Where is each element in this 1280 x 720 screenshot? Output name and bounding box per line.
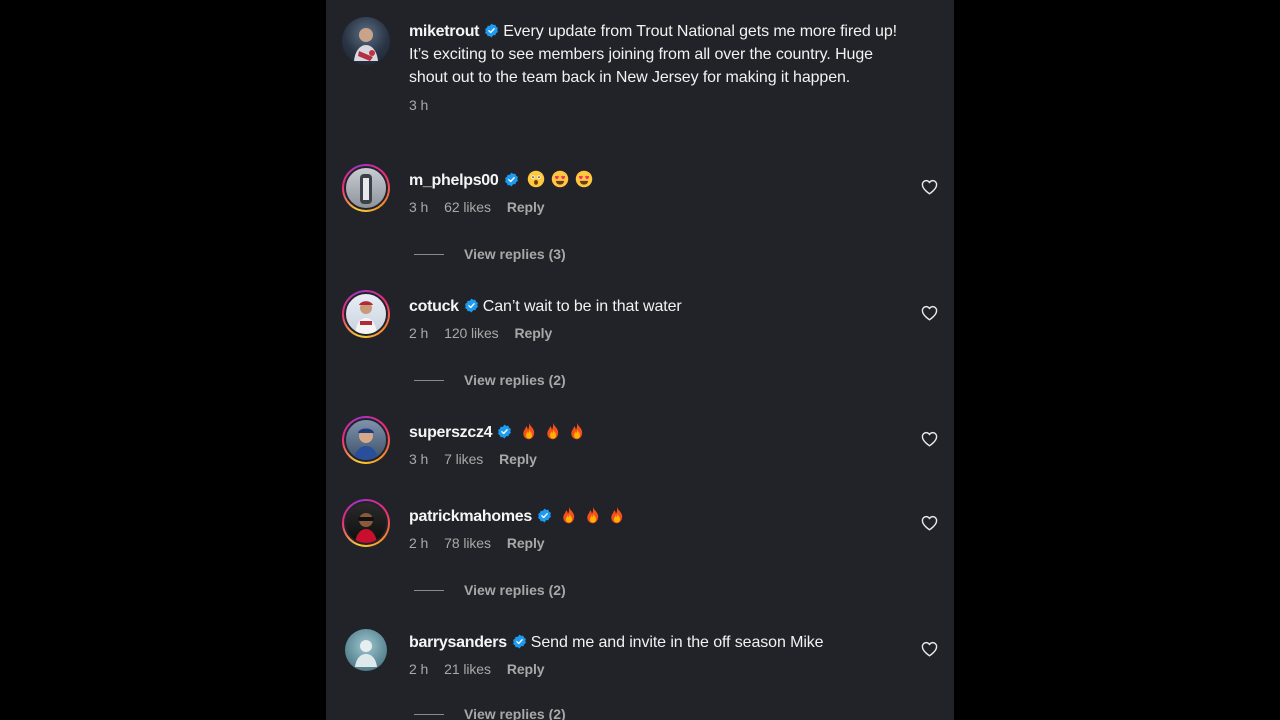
like-heart-icon[interactable] [921, 431, 938, 447]
like-count[interactable]: 62 likes [444, 199, 491, 215]
comment-meta: 3 h 7 likes Reply [409, 451, 909, 467]
comment-content: patrickmahomes 2 h 78 likes Reply [409, 505, 909, 551]
replies-divider [414, 589, 444, 591]
fire-icon [608, 506, 626, 524]
comments-panel[interactable]: miketrout Every update from Trout Nationa… [326, 0, 954, 720]
fire-icon [560, 506, 578, 524]
view-replies-button[interactable]: View replies (2) [414, 372, 566, 388]
fire-icon [520, 422, 538, 440]
verified-badge-icon [512, 634, 527, 649]
like-count[interactable]: 78 likes [444, 535, 491, 551]
avatar-image [344, 292, 388, 336]
comment-meta: 2 h 21 likes Reply [409, 661, 909, 677]
timestamp: 3 h [409, 451, 429, 467]
comment-text: Can’t wait to be in that water [482, 298, 682, 315]
comment-content: miketrout Every update from Trout Nationa… [409, 20, 909, 113]
verified-badge-icon [484, 23, 499, 38]
reply-button[interactable]: Reply [507, 535, 545, 551]
comment-meta: 3 h [409, 97, 909, 113]
comment-content: cotuck Can’t wait to be in that water 2 h… [409, 295, 909, 341]
avatar[interactable] [342, 17, 390, 65]
comment-body: patrickmahomes [409, 505, 909, 528]
avatar-image [354, 28, 378, 61]
emoji-group [560, 508, 632, 525]
heart-eyes-icon [551, 170, 569, 188]
comment-meta: 3 h 62 likes Reply [409, 199, 909, 215]
fire-icon [568, 422, 586, 440]
comment-body: superszcz4 [409, 421, 909, 444]
comment-text: Every update from Trout National gets me… [409, 23, 898, 86]
avatar-image [344, 166, 388, 210]
view-replies-label[interactable]: View replies (2) [464, 372, 566, 388]
view-replies-button[interactable]: View replies (3) [414, 246, 566, 262]
timestamp: 2 h [409, 325, 429, 341]
username[interactable]: patrickmahomes [409, 508, 532, 525]
avatar[interactable] [342, 164, 390, 212]
emoji-group [527, 172, 599, 189]
username[interactable]: miketrout [409, 23, 480, 40]
view-replies-label[interactable]: View replies (2) [464, 706, 566, 720]
avatar[interactable] [345, 629, 387, 671]
comment-content: m_phelps00 3 h 62 likes Reply [409, 169, 909, 215]
view-replies-button[interactable]: View replies (2) [414, 706, 566, 720]
astonished-face-icon [527, 170, 545, 188]
verified-badge-icon [497, 424, 512, 439]
reply-button[interactable]: Reply [499, 451, 537, 467]
like-heart-icon[interactable] [921, 179, 938, 195]
comment-body: miketrout Every update from Trout Nationa… [409, 20, 909, 89]
comment-meta: 2 h 78 likes Reply [409, 535, 909, 551]
verified-badge-icon [504, 172, 519, 187]
timestamp: 2 h [409, 661, 429, 677]
timestamp: 2 h [409, 535, 429, 551]
timestamp: 3 h [409, 199, 429, 215]
replies-divider [414, 253, 444, 255]
comment-content: superszcz4 3 h 7 likes Reply [409, 421, 909, 467]
reply-button[interactable]: Reply [507, 199, 545, 215]
avatar[interactable] [342, 290, 390, 338]
verified-badge-icon [464, 298, 479, 313]
comment-body: cotuck Can’t wait to be in that water [409, 295, 909, 318]
view-replies-button[interactable]: View replies (2) [414, 582, 566, 598]
username[interactable]: barrysanders [409, 634, 507, 651]
comment-body: barrysanders Send me and invite in the of… [409, 631, 909, 654]
comment-meta: 2 h 120 likes Reply [409, 325, 909, 341]
fire-icon [544, 422, 562, 440]
like-heart-icon[interactable] [921, 641, 938, 657]
avatar-image [355, 640, 377, 667]
reply-button[interactable]: Reply [507, 661, 545, 677]
comment-text: Send me and invite in the off season Mik… [530, 634, 824, 651]
like-count[interactable]: 21 likes [444, 661, 491, 677]
fire-icon [584, 506, 602, 524]
replies-divider [414, 379, 444, 381]
view-replies-label[interactable]: View replies (2) [464, 582, 566, 598]
replies-divider [414, 713, 444, 715]
verified-badge-icon [537, 508, 552, 523]
username[interactable]: cotuck [409, 298, 459, 315]
username[interactable]: superszcz4 [409, 424, 493, 441]
username[interactable]: m_phelps00 [409, 172, 499, 189]
view-replies-label[interactable]: View replies (3) [464, 246, 566, 262]
like-heart-icon[interactable] [921, 305, 938, 321]
avatar-image [344, 418, 388, 462]
reply-button[interactable]: Reply [515, 325, 553, 341]
like-heart-icon[interactable] [921, 515, 938, 531]
timestamp: 3 h [409, 97, 429, 113]
avatar[interactable] [342, 416, 390, 464]
comment-content: barrysanders Send me and invite in the of… [409, 631, 909, 677]
comment-body: m_phelps00 [409, 169, 909, 192]
avatar[interactable] [342, 499, 390, 547]
heart-eyes-icon [575, 170, 593, 188]
like-count[interactable]: 120 likes [444, 325, 498, 341]
emoji-group [520, 424, 592, 441]
avatar-image [344, 501, 388, 545]
like-count[interactable]: 7 likes [444, 451, 483, 467]
